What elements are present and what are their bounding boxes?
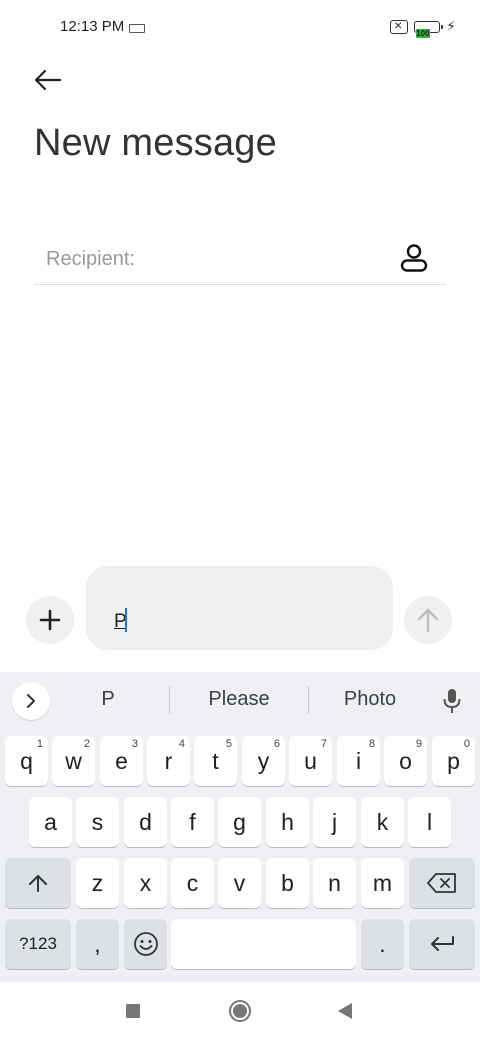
keyboard-icon: [129, 24, 145, 33]
add-attachment-button[interactable]: [26, 596, 74, 644]
key-label: p: [447, 747, 460, 774]
key-g[interactable]: g: [218, 797, 261, 847]
no-sim-icon: [390, 17, 409, 34]
key-a[interactable]: a: [29, 797, 72, 847]
key-label: y: [257, 747, 270, 774]
send-arrow-icon: [417, 608, 439, 633]
key-b[interactable]: b: [266, 858, 309, 908]
key-o[interactable]: o9: [384, 736, 427, 786]
key-x[interactable]: x: [124, 858, 167, 908]
battery-icon: 100: [414, 20, 444, 38]
key-label: e: [115, 747, 128, 774]
key-hint: 7: [320, 738, 327, 750]
key-v[interactable]: v: [218, 858, 261, 908]
voice-input-button[interactable]: [438, 686, 466, 716]
navigation-bar: [0, 982, 480, 1040]
key-hint: 2: [83, 738, 90, 750]
home-circle-icon: [229, 1000, 251, 1022]
key-label: o: [399, 747, 412, 774]
key-label: t: [212, 747, 219, 774]
shift-key[interactable]: [5, 858, 71, 908]
battery-level: 100: [416, 28, 430, 38]
key-t[interactable]: t5: [194, 736, 237, 786]
contact-picker-button[interactable]: [396, 240, 432, 276]
status-bar: 12:13 PM 100 ⚡: [0, 0, 480, 56]
send-button[interactable]: [404, 596, 452, 644]
text-cursor: [125, 608, 127, 632]
key-hint: 0: [463, 738, 470, 750]
key-hint: 1: [36, 738, 43, 750]
suggestion-divider: [169, 686, 170, 714]
microphone-icon: [443, 689, 461, 713]
home-button[interactable]: [225, 996, 255, 1026]
comma-key[interactable]: ,: [76, 919, 119, 969]
contact-person-icon: [400, 244, 428, 272]
enter-return-icon: [431, 936, 454, 951]
charging-bolt-icon: ⚡: [446, 18, 456, 34]
key-label: q: [20, 747, 33, 774]
period-key[interactable]: .: [361, 919, 404, 969]
key-hint: 9: [415, 738, 422, 750]
key-hint: 4: [178, 738, 185, 750]
expand-toolbar-button[interactable]: [12, 682, 50, 720]
key-hint: 6: [273, 738, 280, 750]
key-y[interactable]: y6: [242, 736, 285, 786]
recipient-input[interactable]: [44, 238, 378, 280]
key-j[interactable]: j: [313, 797, 356, 847]
key-hint: 8: [368, 738, 375, 750]
key-hint: 5: [225, 738, 232, 750]
page-title: New message: [34, 122, 277, 164]
status-icons: 100 ⚡: [390, 17, 456, 38]
emoji-key[interactable]: [124, 919, 167, 969]
key-w[interactable]: w2: [52, 736, 95, 786]
key-label: r: [164, 747, 173, 774]
suggestion-strip: P Please Photo: [0, 672, 480, 728]
key-hint: 3: [131, 738, 138, 750]
key-n[interactable]: n: [313, 858, 356, 908]
key-label: i: [355, 747, 362, 774]
backspace-key[interactable]: [409, 858, 475, 908]
soft-keyboard: P Please Photo q1 w2 e3 r4 t5 y6 u7 i8 o…: [0, 672, 480, 982]
backspace-icon: [427, 873, 456, 893]
key-l[interactable]: l: [408, 797, 451, 847]
chevron-right-icon: [27, 694, 35, 708]
key-i[interactable]: i8: [337, 736, 380, 786]
suggestion-1[interactable]: P: [80, 688, 136, 711]
symbols-key[interactable]: ?123: [5, 919, 71, 969]
suggestion-2[interactable]: Please: [180, 688, 298, 711]
status-time: 12:13 PM: [60, 18, 125, 35]
key-c[interactable]: c: [171, 858, 214, 908]
suggestion-3[interactable]: Photo: [318, 688, 422, 711]
plus-icon: [39, 609, 61, 631]
key-m[interactable]: m: [361, 858, 404, 908]
key-s[interactable]: s: [76, 797, 119, 847]
message-input[interactable]: P: [86, 566, 393, 650]
recipient-field: [34, 236, 446, 285]
suggestion-divider: [308, 686, 309, 714]
nav-back-button[interactable]: [330, 996, 360, 1026]
key-h[interactable]: h: [266, 797, 309, 847]
key-f[interactable]: f: [171, 797, 214, 847]
space-key[interactable]: [171, 919, 356, 969]
shift-arrow-icon: [29, 875, 47, 892]
back-arrow-icon: [34, 69, 62, 91]
back-triangle-icon: [338, 1003, 352, 1019]
key-e[interactable]: e3: [100, 736, 143, 786]
key-p[interactable]: p0: [432, 736, 475, 786]
key-z[interactable]: z: [76, 858, 119, 908]
key-d[interactable]: d: [124, 797, 167, 847]
key-label: u: [304, 747, 317, 774]
key-r[interactable]: r4: [147, 736, 190, 786]
recents-square-icon: [126, 1004, 140, 1018]
key-q[interactable]: q1: [5, 736, 48, 786]
recents-button[interactable]: [118, 996, 148, 1026]
key-k[interactable]: k: [361, 797, 404, 847]
key-label: w: [65, 747, 82, 774]
enter-key[interactable]: [409, 919, 475, 969]
emoji-smiley-icon: [133, 932, 158, 956]
key-u[interactable]: u7: [289, 736, 332, 786]
back-button[interactable]: [28, 64, 68, 96]
